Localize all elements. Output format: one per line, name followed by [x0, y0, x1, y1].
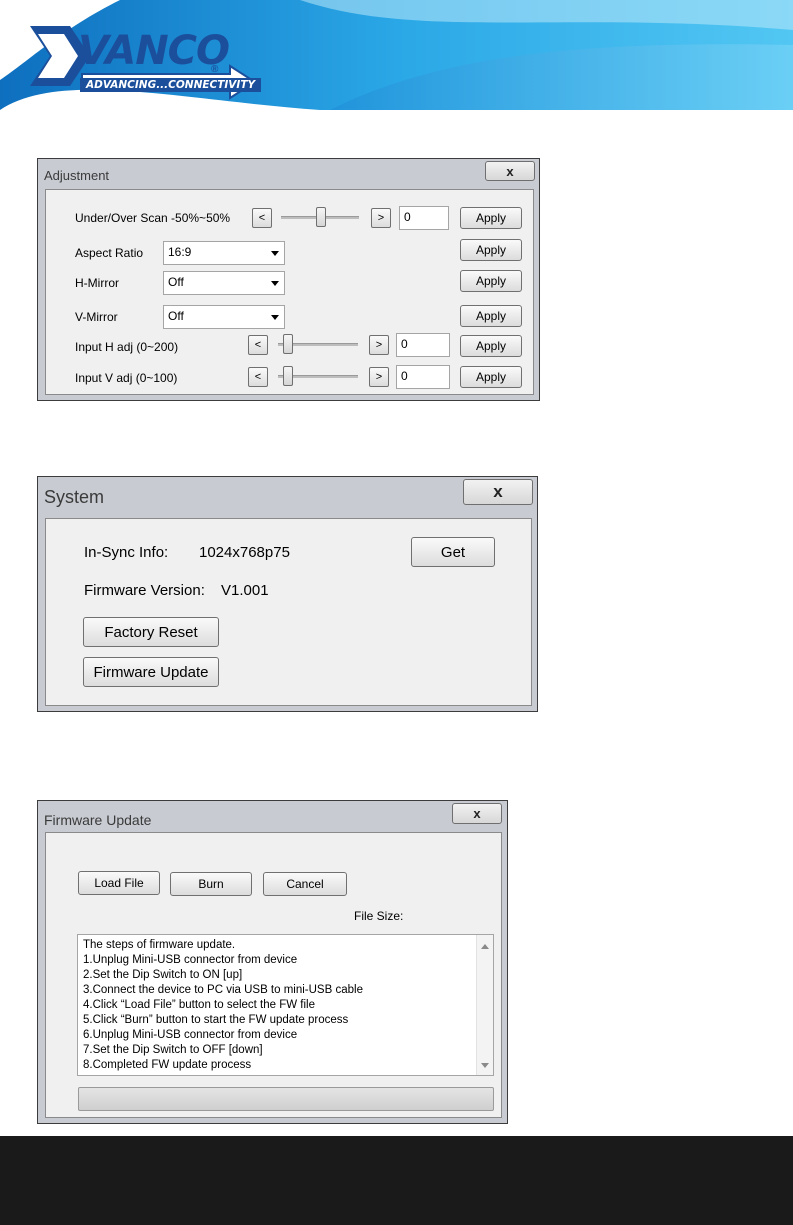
- adjustment-client: Under/Over Scan -50%~50% < > 0 Apply Asp…: [45, 189, 534, 395]
- factory-reset-button[interactable]: Factory Reset: [83, 617, 219, 647]
- scan-apply-button[interactable]: Apply: [460, 207, 522, 229]
- scan-slider-thumb[interactable]: [316, 207, 326, 227]
- close-button[interactable]: x: [452, 803, 502, 824]
- v-mirror-select[interactable]: Off: [163, 305, 285, 329]
- input-h-apply-button[interactable]: Apply: [460, 335, 522, 357]
- brand-tagline: ADVANCING...CONNECTIVITY: [80, 78, 262, 92]
- system-window: System x In-Sync Info: 1024x768p75 Get F…: [37, 476, 538, 712]
- scan-increase-button[interactable]: >: [371, 208, 391, 228]
- firmware-update-window: Firmware Update x Load File Burn Cancel …: [37, 800, 508, 1124]
- list-item: 7.Set the Dip Switch to OFF [down]: [83, 1044, 263, 1056]
- system-client: In-Sync Info: 1024x768p75 Get Firmware V…: [45, 518, 532, 706]
- burn-button[interactable]: Burn: [170, 872, 252, 896]
- list-item: 5.Click “Burn” button to start the FW up…: [83, 1014, 349, 1026]
- input-v-decrease-button[interactable]: <: [248, 367, 268, 387]
- list-item: 8.Completed FW update process: [83, 1059, 252, 1071]
- load-file-button[interactable]: Load File: [78, 871, 160, 895]
- scroll-up-icon[interactable]: [481, 944, 489, 949]
- scan-decrease-button[interactable]: <: [252, 208, 272, 228]
- v-mirror-apply-button[interactable]: Apply: [460, 305, 522, 327]
- window-title: System: [44, 487, 105, 507]
- cancel-button[interactable]: Cancel: [263, 872, 347, 896]
- header-banner: VANCO ® ADVANCING...CONNECTIVITY: [0, 0, 793, 110]
- registered-mark: ®: [211, 64, 219, 75]
- aspect-ratio-label: Aspect Ratio: [75, 246, 144, 260]
- v-mirror-label: V-Mirror: [75, 310, 118, 324]
- file-size-label: File Size:: [354, 909, 404, 923]
- chevron-down-icon: [271, 251, 279, 256]
- v-mirror-value: Off: [168, 309, 184, 323]
- input-v-adj-label: Input V adj (0~100): [75, 371, 178, 385]
- h-mirror-apply-button[interactable]: Apply: [460, 270, 522, 292]
- input-h-increase-button[interactable]: >: [369, 335, 389, 355]
- insync-label: In-Sync Info:: [84, 544, 169, 561]
- get-button[interactable]: Get: [411, 537, 495, 567]
- close-icon: x: [506, 163, 514, 179]
- insync-value: 1024x768p75: [199, 544, 290, 561]
- h-mirror-value: Off: [168, 275, 184, 289]
- list-item: 2.Set the Dip Switch to ON [up]: [83, 969, 243, 981]
- update-progress-bar: [78, 1087, 494, 1111]
- chevron-down-icon: [271, 315, 279, 320]
- steps-scrollbar[interactable]: [476, 935, 493, 1075]
- close-button[interactable]: x: [485, 161, 535, 181]
- firmware-version-value: V1.001: [221, 582, 269, 599]
- brand-name: VANCO: [78, 28, 230, 74]
- list-item: The steps of firmware update.: [83, 939, 236, 951]
- firmware-update-button[interactable]: Firmware Update: [83, 657, 219, 687]
- window-title: Firmware Update: [44, 812, 152, 828]
- aspect-ratio-select[interactable]: 16:9: [163, 241, 285, 265]
- window-title: Adjustment: [44, 168, 110, 183]
- input-h-adj-label: Input H adj (0~200): [75, 340, 179, 354]
- input-v-increase-button[interactable]: >: [369, 367, 389, 387]
- list-item: 6.Unplug Mini-USB connector from device: [83, 1029, 298, 1041]
- firmware-version-label: Firmware Version:: [84, 582, 205, 599]
- input-v-apply-button[interactable]: Apply: [460, 366, 522, 388]
- aspect-ratio-apply-button[interactable]: Apply: [460, 239, 522, 261]
- scan-label: Under/Over Scan -50%~50%: [75, 211, 231, 225]
- aspect-ratio-value: 16:9: [168, 245, 192, 259]
- input-h-value-input[interactable]: 0: [396, 333, 450, 357]
- input-h-decrease-button[interactable]: <: [248, 335, 268, 355]
- h-mirror-select[interactable]: Off: [163, 271, 285, 295]
- list-item: 4.Click “Load File” button to select the…: [83, 999, 316, 1011]
- chevron-down-icon: [271, 281, 279, 286]
- steps-list: The steps of firmware update. 1.Unplug M…: [83, 938, 488, 1073]
- input-v-value-input[interactable]: 0: [396, 365, 450, 389]
- list-item: 3.Connect the device to PC via USB to mi…: [83, 984, 363, 996]
- input-h-slider-thumb[interactable]: [283, 334, 293, 354]
- steps-textarea[interactable]: The steps of firmware update. 1.Unplug M…: [77, 934, 494, 1076]
- scroll-down-icon[interactable]: [481, 1063, 489, 1068]
- list-item: 1.Unplug Mini-USB connector from device: [83, 954, 298, 966]
- close-button[interactable]: x: [463, 479, 533, 505]
- input-v-slider-thumb[interactable]: [283, 366, 293, 386]
- close-icon: x: [473, 806, 481, 821]
- h-mirror-label: H-Mirror: [75, 276, 119, 290]
- scan-value-input[interactable]: 0: [399, 206, 449, 230]
- adjustment-window: Adjustment x Under/Over Scan -50%~50% < …: [37, 158, 540, 401]
- close-icon: x: [493, 482, 503, 501]
- firmware-client: Load File Burn Cancel File Size: The ste…: [45, 832, 502, 1118]
- footer-bar: [0, 1136, 793, 1225]
